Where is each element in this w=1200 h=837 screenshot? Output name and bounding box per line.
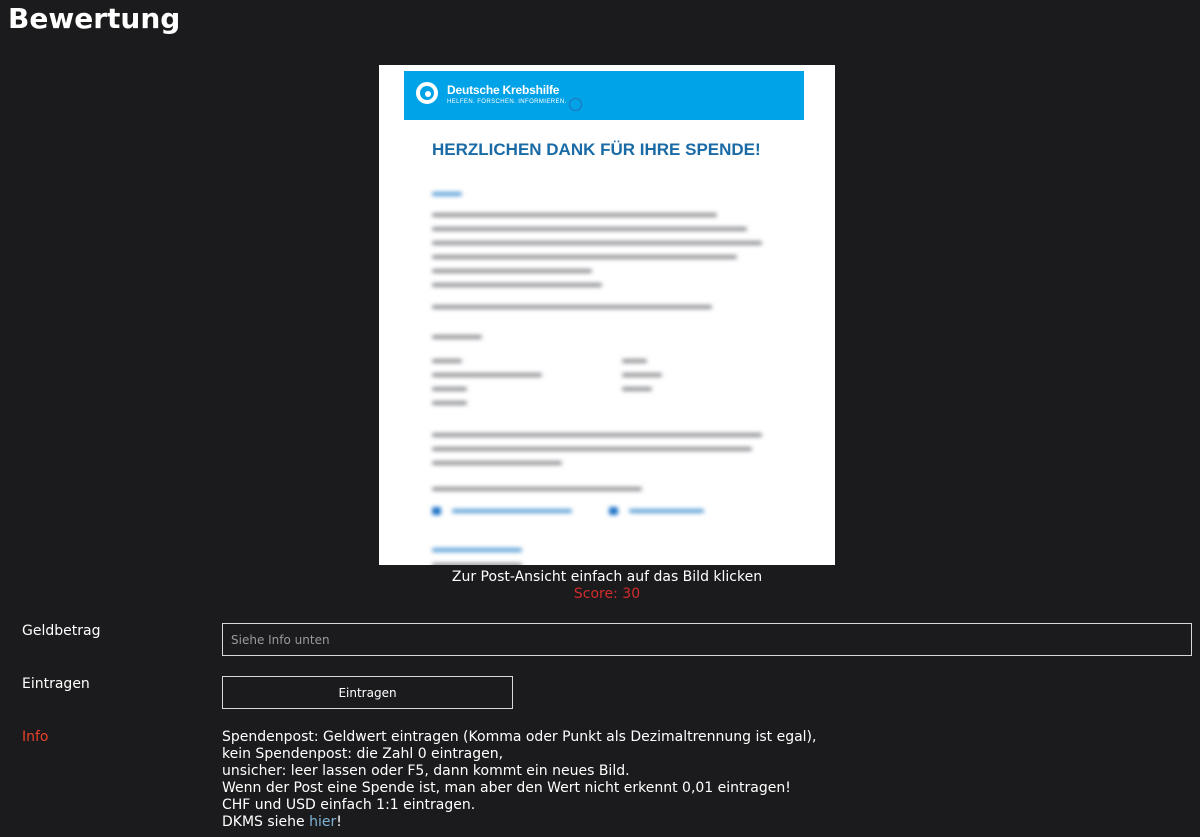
- amount-input[interactable]: [222, 623, 1192, 656]
- dkms-link[interactable]: hier: [309, 814, 336, 830]
- submit-button[interactable]: Eintragen: [222, 676, 513, 709]
- info-line: unsicher: leer lassen oder F5, dann komm…: [222, 763, 630, 779]
- dkms-line: DKMS siehe hier!: [222, 814, 816, 831]
- blurred-letter-body: [419, 175, 799, 565]
- info-line: Wenn der Post eine Spende ist, man aber …: [222, 780, 791, 796]
- submit-row-label: Eintragen: [22, 676, 90, 692]
- post-brand-header: Deutsche Krebshilfe HELFEN. FORSCHEN. IN…: [404, 71, 804, 120]
- score-display: Score: 30: [379, 586, 835, 602]
- info-line: Spendenpost: Geldwert eintragen (Komma o…: [222, 729, 817, 745]
- brand-name: Deutsche Krebshilfe: [447, 83, 560, 97]
- score-value: 30: [622, 586, 641, 602]
- post-image[interactable]: Deutsche Krebshilfe HELFEN. FORSCHEN. IN…: [379, 65, 835, 565]
- info-line: CHF und USD einfach 1:1 eintragen.: [222, 797, 476, 813]
- post-view-hint: Zur Post-Ansicht einfach auf das Bild kl…: [451, 569, 763, 585]
- brand-tagline: HELFEN. FORSCHEN. INFORMIEREN.: [447, 99, 567, 105]
- brand-logo-icon: [416, 82, 438, 104]
- dkms-suffix: !: [336, 814, 342, 830]
- info-label: Info: [22, 729, 49, 745]
- page-title: Bewertung: [8, 2, 181, 35]
- score-label: Score:: [573, 586, 618, 602]
- circle-icon: [569, 98, 582, 111]
- amount-label: Geldbetrag: [22, 623, 101, 639]
- dkms-prefix: DKMS siehe: [222, 814, 310, 830]
- post-headline: HERZLICHEN DANK FÜR IHRE SPENDE!: [432, 140, 761, 159]
- info-line: kein Spendenpost: die Zahl 0 eintragen,: [222, 746, 504, 762]
- info-text: Spendenpost: Geldwert eintragen (Komma o…: [222, 729, 816, 831]
